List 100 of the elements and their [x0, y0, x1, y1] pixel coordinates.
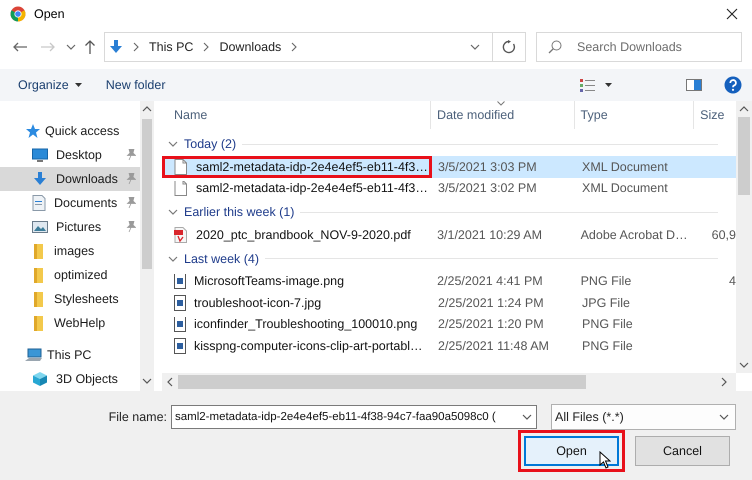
- date-cell-text: 3/1/2021 10:29 AM: [436, 228, 544, 242]
- file-type-dropdown[interactable]: All Files (*.*): [551, 404, 736, 430]
- file-row[interactable]: saml2-metadata-idp-2e4e4ef5-eb11-4f3… 3/5/2021 3:03 PM XML Document: [162, 156, 736, 178]
- type-cell-text: XML Document: [581, 160, 669, 174]
- caret-icon: [74, 83, 82, 87]
- download-arrow-icon: [109, 39, 123, 55]
- document-icon: [174, 180, 188, 196]
- file-row[interactable]: 2020_ptc_brandbook_NOV-9-2020.pdf 3/1/2021 10:29 AM Adobe Acrobat D… 60,9: [162, 224, 736, 246]
- file-row[interactable]: MicrosoftTeams-image.png 2/25/2021 4:41 PM PNG File 4: [162, 270, 736, 292]
- chevron-down-icon: [719, 412, 729, 422]
- nav-item[interactable]: 3D Objects: [0, 367, 140, 391]
- preview-pane-icon[interactable]: [686, 79, 702, 91]
- nav-item[interactable]: Pictures: [0, 215, 140, 239]
- close-icon[interactable]: [726, 8, 738, 20]
- nav-item[interactable]: Stylesheets: [0, 287, 140, 311]
- folder-icon: [32, 267, 46, 283]
- document-icon: [174, 158, 188, 175]
- scroll-up-icon[interactable]: [739, 105, 749, 113]
- file-name: kisspng-computer-icons-clip-art-portabl…: [194, 338, 423, 353]
- chevron-down-icon[interactable]: [66, 42, 76, 52]
- search-icon: [548, 40, 562, 54]
- file-name: iconfinder_Troubleshooting_100010.png: [194, 317, 418, 332]
- scrollbar-thumb[interactable]: [178, 375, 586, 389]
- cube-icon: [32, 371, 48, 387]
- file-row[interactable]: kisspng-computer-icons-clip-art-portabl… 2/25/2021 11:48 AM PNG File: [162, 335, 736, 356]
- new-folder-button[interactable]: New folder: [104, 76, 168, 94]
- scroll-down-icon[interactable]: [739, 361, 749, 369]
- organize-menu[interactable]: Organize: [16, 76, 84, 94]
- nav-item[interactable]: optimized: [0, 263, 140, 287]
- scroll-down-icon[interactable]: [142, 377, 152, 385]
- date-cell-text: 2/25/2021 1:24 PM: [437, 296, 545, 310]
- view-list-icon[interactable]: [580, 78, 596, 92]
- refresh-icon[interactable]: [502, 40, 516, 54]
- nav-item[interactable]: WebHelp: [0, 311, 140, 335]
- pdf-icon: [174, 226, 188, 243]
- nav-item[interactable]: Quick access: [0, 119, 140, 143]
- column-header[interactable]: Type: [574, 101, 694, 129]
- chevron-down-icon[interactable]: [168, 207, 178, 217]
- chevron-down-icon[interactable]: [168, 254, 178, 264]
- pin-icon[interactable]: [126, 149, 136, 161]
- type-cell-text: XML Document: [581, 181, 669, 196]
- scroll-up-icon[interactable]: [142, 105, 152, 113]
- file-name: MicrosoftTeams-image.png: [194, 274, 344, 288]
- document-icon: [32, 195, 46, 211]
- nav-item[interactable]: images: [0, 239, 140, 263]
- date-cell-text: 3/5/2021 3:03 PM: [437, 160, 538, 174]
- chevron-down-icon[interactable]: [522, 412, 532, 422]
- group-header[interactable]: Today (2): [184, 137, 236, 151]
- size-cell-text: 60,9: [710, 228, 736, 242]
- file-name: saml2-metadata-idp-2e4e4ef5-eb11-4f3…: [196, 160, 428, 174]
- file-row[interactable]: iconfinder_Troubleshooting_100010.png 2/25/2021 1:20 PM PNG File: [162, 314, 736, 335]
- column-header[interactable]: Size: [694, 101, 736, 129]
- type-cell-text: PNG File: [580, 274, 632, 288]
- star-icon: [25, 123, 41, 139]
- monitor-icon: [32, 148, 48, 162]
- file-row[interactable]: troubleshoot-icon-7.jpg 2/25/2021 1:24 PM JPG File: [162, 292, 736, 314]
- scrollbar-thumb[interactable]: [738, 117, 750, 195]
- dialog-button[interactable]: Open: [524, 436, 619, 466]
- scroll-right-icon[interactable]: [720, 377, 728, 387]
- column-header[interactable]: Date modified: [431, 101, 575, 129]
- back-arrow-icon[interactable]: [12, 41, 28, 53]
- dialog-button[interactable]: Cancel: [635, 436, 730, 466]
- help-icon[interactable]: [724, 76, 742, 94]
- pin-icon[interactable]: [126, 197, 136, 209]
- file-name-field[interactable]: saml2-metadata-idp-2e4e4ef5-eb11-4f38-94c7-faa90a5098c0 (: [171, 405, 537, 429]
- file-name: troubleshoot-icon-7.jpg: [194, 296, 322, 310]
- column-header[interactable]: Name: [162, 101, 432, 129]
- breadcrumb[interactable]: Downloads: [219, 40, 282, 54]
- group-header[interactable]: Earlier this week (1): [184, 205, 294, 219]
- up-arrow-icon[interactable]: [84, 39, 96, 55]
- cursor-icon: [599, 451, 611, 469]
- date-cell-text: 3/5/2021 3:02 PM: [437, 181, 538, 196]
- image-file-icon: [174, 338, 186, 354]
- picture-icon: [32, 220, 48, 234]
- scrollbar-thumb[interactable]: [142, 119, 152, 269]
- chevron-right-icon[interactable]: [291, 42, 298, 52]
- nav-item[interactable]: Desktop: [0, 143, 140, 167]
- chevron-down-icon[interactable]: [470, 42, 480, 52]
- pin-icon[interactable]: [126, 221, 136, 233]
- field-label: File name:: [108, 410, 167, 424]
- image-file-icon: [174, 316, 186, 332]
- download-arrow-icon: [32, 171, 48, 187]
- nav-item[interactable]: This PC: [0, 343, 140, 367]
- group-header[interactable]: Last week (4): [184, 252, 260, 266]
- search-field[interactable]: Search Downloads: [536, 32, 742, 62]
- caret-icon[interactable]: [605, 83, 612, 87]
- nav-item[interactable]: Documents: [0, 191, 140, 215]
- nav-item[interactable]: Downloads: [0, 167, 140, 191]
- breadcrumb[interactable]: This PC: [149, 40, 194, 54]
- chevron-right-icon[interactable]: [203, 42, 210, 52]
- chevron-right-icon[interactable]: [133, 42, 139, 52]
- type-cell-text: PNG File: [581, 317, 634, 332]
- scroll-left-icon[interactable]: [166, 377, 174, 387]
- chevron-down-icon[interactable]: [168, 139, 178, 149]
- type-cell-text: Adobe Acrobat D…: [580, 228, 689, 242]
- file-row[interactable]: saml2-metadata-idp-2e4e4ef5-eb11-4f3… 3/5/2021 3:02 PM XML Document: [162, 178, 736, 199]
- image-file-icon: [174, 273, 186, 290]
- date-cell-text: 2/25/2021 4:41 PM: [436, 274, 544, 288]
- image-file-icon: [174, 294, 186, 311]
- folder-icon: [32, 291, 46, 307]
